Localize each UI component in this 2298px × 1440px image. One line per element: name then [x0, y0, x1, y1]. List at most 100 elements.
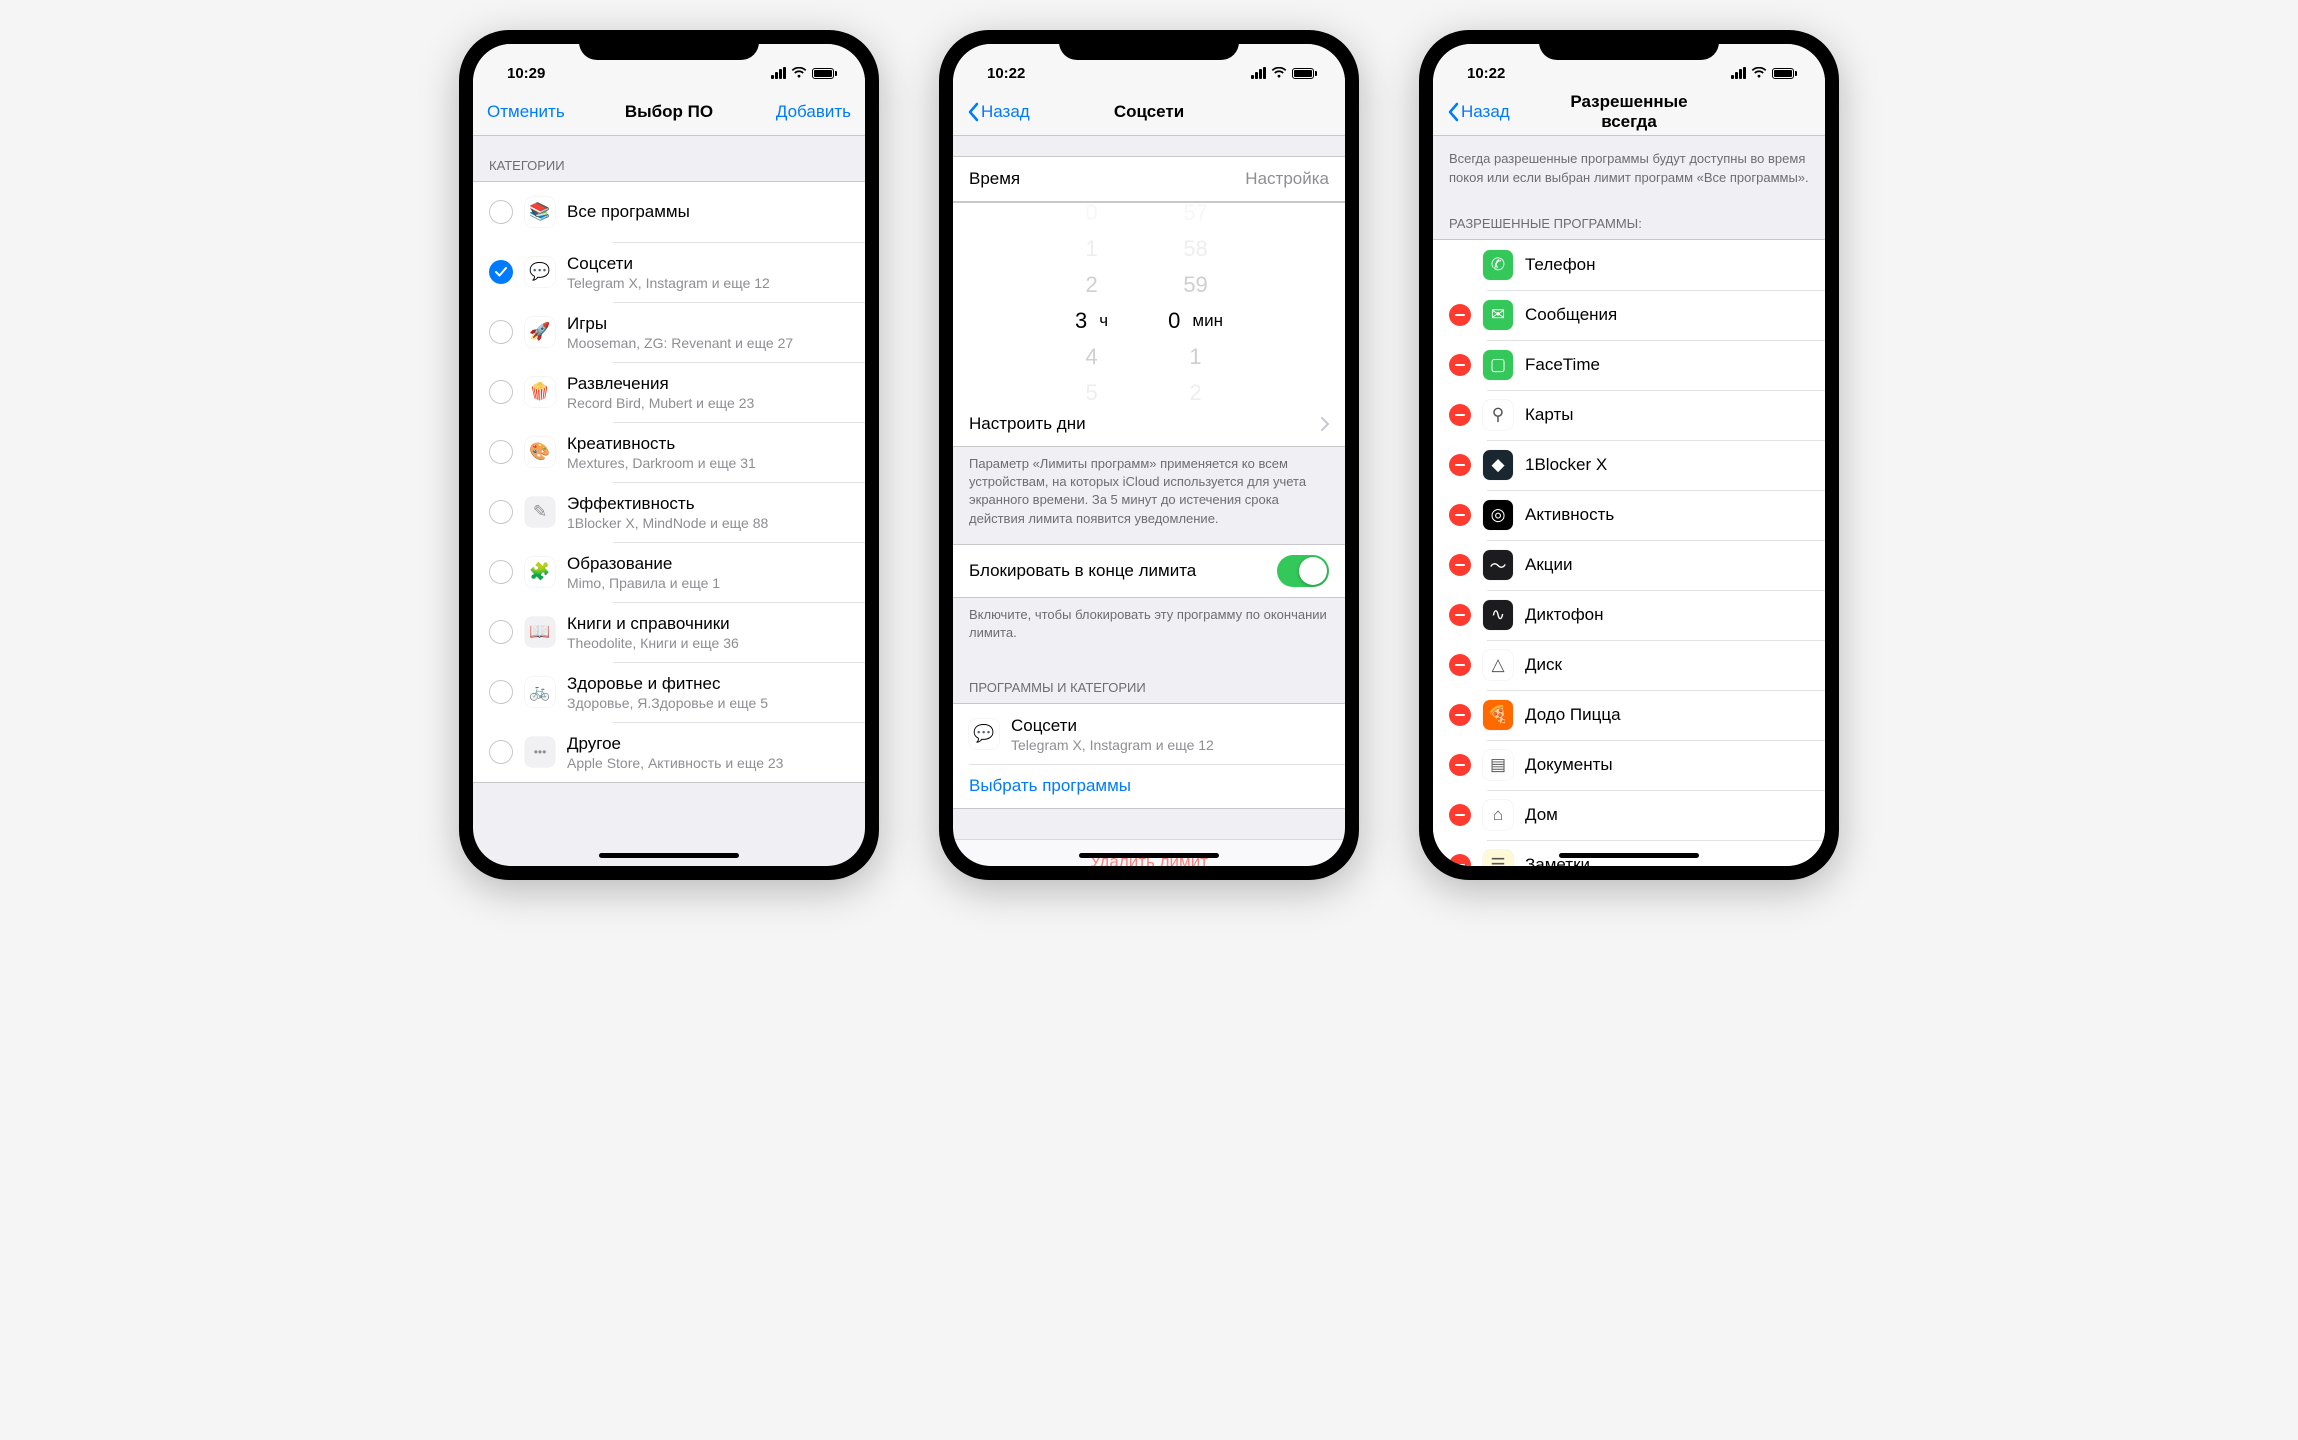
choose-apps-row[interactable]: Выбрать программы: [953, 764, 1345, 808]
category-row-other[interactable]: •••ДругоеApple Store, Активность и еще 2…: [473, 722, 865, 782]
remove-button[interactable]: [1449, 604, 1471, 626]
app-icon: ✉︎: [1483, 300, 1513, 330]
category-icon: 📚: [525, 197, 555, 227]
category-title: Соцсети: [1011, 716, 1329, 736]
category-radio[interactable]: [489, 380, 513, 404]
category-radio[interactable]: [489, 620, 513, 644]
app-icon: ⌂: [1483, 800, 1513, 830]
allowed-app-row-messages[interactable]: ✉︎ Сообщения: [1433, 290, 1825, 340]
signal-icon: [1251, 67, 1266, 79]
category-row-creativity[interactable]: 🎨КреативностьMextures, Darkroom и еще 31: [473, 422, 865, 482]
category-row-all[interactable]: 📚Все программы: [473, 182, 865, 242]
app-title: Сообщения: [1525, 305, 1809, 325]
block-toggle[interactable]: [1277, 555, 1329, 587]
status-bar: 10:22: [1433, 44, 1825, 88]
category-row-productivity[interactable]: ✎Эффективность1Blocker X, MindNode и еще…: [473, 482, 865, 542]
category-row-education[interactable]: 🧩ОбразованиеMimo, Правила и еще 1: [473, 542, 865, 602]
remove-button[interactable]: [1449, 454, 1471, 476]
app-icon: ◎: [1483, 500, 1513, 530]
status-time: 10:29: [495, 65, 545, 82]
category-radio[interactable]: [489, 740, 513, 764]
category-row-games[interactable]: 🚀ИгрыMooseman, ZG: Revenant и еще 27: [473, 302, 865, 362]
allowed-app-row-stocks[interactable]: 〜 Акции: [1433, 540, 1825, 590]
category-icon: 🚀: [525, 317, 555, 347]
allowed-app-row-home[interactable]: ⌂ Дом: [1433, 790, 1825, 840]
allowed-app-row-voice[interactable]: ∿Диктофон: [1433, 590, 1825, 640]
picker-minutes[interactable]: 57 58 59 0мин 1 2: [1168, 195, 1223, 411]
app-icon: ∿: [1483, 600, 1513, 630]
back-button[interactable]: Назад: [967, 102, 1067, 122]
category-subtitle: Apple Store, Активность и еще 23: [567, 755, 849, 771]
app-icon: ▢: [1483, 350, 1513, 380]
category-radio[interactable]: [489, 200, 513, 224]
back-button[interactable]: Назад: [1447, 102, 1547, 122]
remove-button[interactable]: [1449, 704, 1471, 726]
app-title: Дом: [1525, 805, 1809, 825]
app-title: FaceTime: [1525, 355, 1809, 375]
category-row-health[interactable]: 🚲 Здоровье и фитнесЗдоровье, Я.Здоровье и…: [473, 662, 865, 722]
cancel-button[interactable]: Отменить: [487, 102, 587, 122]
add-button[interactable]: Добавить: [751, 102, 851, 122]
category-title: Здоровье и фитнес: [567, 674, 849, 694]
app-icon: ◆: [1483, 450, 1513, 480]
remove-button[interactable]: [1449, 354, 1471, 376]
category-row-social[interactable]: 💬СоцсетиTelegram X, Instagram и еще 12: [473, 242, 865, 302]
status-time: 10:22: [975, 65, 1025, 82]
allowed-app-row-docs[interactable]: ▤Документы: [1433, 740, 1825, 790]
category-title: Креативность: [567, 434, 849, 454]
section-header-categories: КАТЕГОРИИ: [473, 136, 865, 181]
picker-hours[interactable]: 0 1 2 3ч 4 5: [1075, 195, 1108, 411]
remove-button[interactable]: [1449, 404, 1471, 426]
app-title: Телефон: [1525, 255, 1809, 275]
category-radio[interactable]: [489, 320, 513, 344]
app-title: Карты: [1525, 405, 1809, 425]
nav-title: Выбор ПО: [587, 102, 751, 122]
category-radio[interactable]: [489, 260, 513, 284]
allowed-app-row-maps[interactable]: ⚲Карты: [1433, 390, 1825, 440]
app-icon: △: [1483, 650, 1513, 680]
app-title: Диск: [1525, 655, 1809, 675]
category-radio[interactable]: [489, 560, 513, 584]
home-indicator: [599, 853, 739, 858]
status-bar: 10:29: [473, 44, 865, 88]
signal-icon: [771, 67, 786, 79]
always-allowed-description: Всегда разрешенные программы будут досту…: [1433, 136, 1825, 194]
remove-button[interactable]: [1449, 554, 1471, 576]
remove-button[interactable]: [1449, 754, 1471, 776]
app-icon: ☰: [1483, 850, 1513, 866]
allowed-apps-group: ✆Телефон ✉︎ Сообщения ▢ FaceTime ⚲Карты◆1Bloc…: [1433, 239, 1825, 866]
category-icon: 🚲: [525, 677, 555, 707]
category-subtitle: Здоровье, Я.Здоровье и еще 5: [567, 695, 849, 711]
allowed-app-row-1blockerx[interactable]: ◆1Blocker X: [1433, 440, 1825, 490]
customize-days-row[interactable]: Настроить дни: [953, 402, 1345, 446]
allowed-app-row-facetime[interactable]: ▢ FaceTime: [1433, 340, 1825, 390]
block-at-end-row[interactable]: Блокировать в конце лимита: [953, 545, 1345, 597]
remove-button[interactable]: [1449, 654, 1471, 676]
time-picker[interactable]: 0 1 2 3ч 4 5 57 58 59 0мин 1 2: [953, 202, 1345, 402]
app-icon: ▤: [1483, 750, 1513, 780]
allowed-app-row-phone[interactable]: ✆Телефон: [1433, 240, 1825, 290]
category-icon: •••: [525, 737, 555, 767]
allowed-app-row-drive[interactable]: △ Диск: [1433, 640, 1825, 690]
block-at-end-label: Блокировать в конце лимита: [969, 561, 1265, 581]
app-icon: 〜: [1483, 550, 1513, 580]
remove-button[interactable]: [1449, 304, 1471, 326]
remove-button[interactable]: [1449, 854, 1471, 866]
category-radio[interactable]: [489, 500, 513, 524]
wifi-icon: [791, 67, 807, 79]
limits-footer: Параметр «Лимиты программ» применяется к…: [953, 447, 1345, 544]
back-label: Назад: [981, 102, 1030, 122]
category-social-row[interactable]: 💬 Соцсети Telegram X, Instagram и еще 12: [953, 704, 1345, 764]
time-row[interactable]: Время Настройка: [953, 157, 1345, 201]
home-indicator: [1559, 853, 1699, 858]
allowed-app-row-dodo[interactable]: 🍕Додо Пицца: [1433, 690, 1825, 740]
category-row-books[interactable]: 📖Книги и справочникиTheodolite, Книги и …: [473, 602, 865, 662]
remove-button[interactable]: [1449, 504, 1471, 526]
category-radio[interactable]: [489, 680, 513, 704]
remove-button[interactable]: [1449, 804, 1471, 826]
category-radio[interactable]: [489, 440, 513, 464]
app-title: Акции: [1525, 555, 1809, 575]
allowed-app-row-activity[interactable]: ◎Активность: [1433, 490, 1825, 540]
category-row-entertainment[interactable]: 🍿РазвлеченияRecord Bird, Mubert и еще 23: [473, 362, 865, 422]
back-label: Назад: [1461, 102, 1510, 122]
